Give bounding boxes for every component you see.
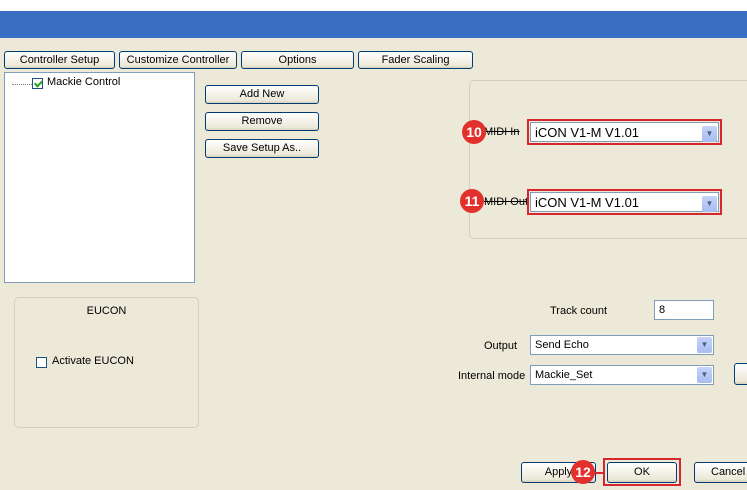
activate-eucon-checkbox[interactable] <box>36 357 47 368</box>
output-value: Send Echo <box>535 339 589 351</box>
activate-eucon-label[interactable]: Activate EUCON <box>52 355 134 367</box>
callout-badge-11: 11 <box>460 189 484 213</box>
midi-in-value: iCON V1-M V1.01 <box>535 125 640 140</box>
tab-customize-controller[interactable]: Customize Controller <box>119 51 237 69</box>
add-new-button[interactable]: Add New <box>205 85 319 104</box>
internal-mode-value: Mackie_Set <box>535 369 593 381</box>
internal-mode-side-button[interactable] <box>734 363 747 385</box>
midi-in-dropdown[interactable]: iCON V1-M V1.01 ▼ <box>530 122 719 142</box>
eucon-title: EUCON <box>86 305 127 317</box>
tab-controller-setup[interactable]: Controller Setup <box>4 51 115 69</box>
chevron-down-icon[interactable]: ▼ <box>697 367 712 383</box>
midi-out-label: MIDI Out <box>484 196 529 208</box>
midi-out-value: iCON V1-M V1.01 <box>535 195 640 210</box>
midi-groupbox <box>469 80 747 239</box>
tree-item-mackie-control[interactable]: Mackie Control <box>47 76 120 88</box>
tab-options[interactable]: Options <box>241 51 354 69</box>
ok-button[interactable]: OK <box>607 462 677 483</box>
mackie-control-checkbox[interactable] <box>32 78 43 89</box>
controller-tree[interactable]: Mackie Control <box>4 72 195 283</box>
save-setup-as-button[interactable]: Save Setup As.. <box>205 139 319 158</box>
internal-mode-dropdown[interactable]: Mackie_Set ▼ <box>530 365 714 385</box>
callout-badge-12: 12 <box>571 460 595 484</box>
remove-button[interactable]: Remove <box>205 112 319 131</box>
chevron-down-icon[interactable]: ▼ <box>702 126 717 142</box>
cancel-button[interactable]: Cancel <box>694 462 747 483</box>
output-dropdown[interactable]: Send Echo ▼ <box>530 335 714 355</box>
midi-in-label: MIDI In <box>484 126 520 138</box>
track-count-label: Track count <box>550 305 608 317</box>
tab-fader-scaling[interactable]: Fader Scaling <box>358 51 473 69</box>
tree-connector <box>12 84 32 85</box>
callout-badge-10: 10 <box>462 120 486 144</box>
track-count-value: 8 <box>659 304 666 316</box>
chevron-down-icon[interactable]: ▼ <box>697 337 712 353</box>
track-count-input[interactable]: 8 <box>654 300 714 320</box>
window-titlebar <box>0 11 747 38</box>
chevron-down-icon[interactable]: ▼ <box>702 196 717 212</box>
output-label: Output <box>484 340 518 352</box>
midi-out-dropdown[interactable]: iCON V1-M V1.01 ▼ <box>530 192 719 212</box>
internal-mode-label: Internal mode <box>458 370 526 382</box>
